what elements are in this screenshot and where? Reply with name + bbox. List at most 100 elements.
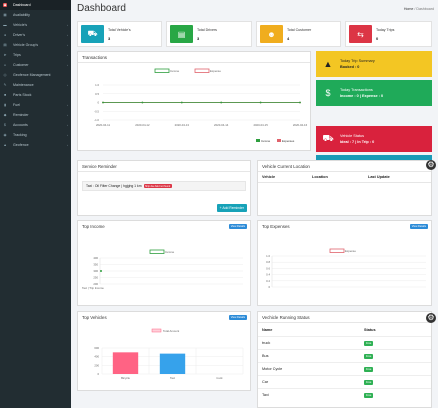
box-icon: ■: [3, 93, 7, 97]
sidebar-item-label: Dashboard: [13, 3, 31, 7]
data-point: [141, 101, 144, 104]
vehicle-name: truck: [262, 341, 271, 345]
sidebar-item-label: Availability: [13, 13, 30, 17]
table-row: Motor Cycle Free: [258, 362, 431, 375]
x-tick-label: 2020-04-12: [135, 123, 150, 127]
stat-value: 4: [287, 35, 290, 41]
sidebar-item-4[interactable]: ▤ Vehicle Group's ‹: [0, 40, 71, 50]
sidebar-item-5[interactable]: ➤ Trips ‹: [0, 50, 71, 60]
y-tick-label: 0: [97, 101, 99, 105]
column-vehicle: Vehicle: [262, 175, 276, 179]
y-tick-label: 0.5: [95, 92, 99, 96]
add-reminder-button[interactable]: + Add Reminder: [216, 204, 247, 212]
breadcrumb-home[interactable]: Home: [404, 7, 414, 11]
car-icon: ⛟: [322, 133, 334, 143]
sidebar-item-13[interactable]: ◉ Tracking ‹: [0, 130, 71, 140]
top-vehicles-view-details-button[interactable]: View Details: [228, 315, 247, 320]
sidebar-item-label: Reminder: [13, 113, 29, 117]
chevron-left-icon: ‹: [67, 103, 68, 107]
vehicle-location-panel: Vehicle Current Location Vehicle Locatio…: [257, 160, 432, 216]
stat-card-1: ▤ Total Drivers 3: [166, 21, 252, 47]
y-tick-label: 1.0: [95, 83, 99, 87]
stat-value: 3: [197, 35, 200, 41]
sidebar-item-6[interactable]: ☺ Customer ‹: [0, 60, 71, 70]
sidebar-item-0[interactable]: ▣ Dashboard: [0, 0, 71, 10]
y-tick-label: 0.6: [266, 266, 270, 270]
status-badge: Free: [364, 393, 374, 398]
top-expenses-view-details-button[interactable]: View Details: [409, 224, 428, 229]
x-tick-label: 2020-04-14: [214, 123, 229, 127]
sidebar-item-10[interactable]: ▮ Fuel ‹: [0, 100, 71, 110]
y-tick-label: 0: [268, 285, 270, 289]
stat-text: Total Drivers 3: [197, 28, 217, 41]
table-row: Taxi Free: [258, 388, 431, 401]
column-status: Status: [364, 327, 376, 332]
sidebar-item-12[interactable]: $ Accounts ‹: [0, 120, 71, 130]
sidebar-item-label: Parts Stock: [13, 93, 32, 97]
table-row: Bus Free: [258, 349, 431, 362]
sidebar: ▣ Dashboard ▦ Availability ▬ Vehicle's ‹ ● Drive…: [0, 0, 71, 408]
vehicle-location-title: Vehicle Current Location: [258, 161, 431, 172]
chevron-left-icon: ‹: [67, 53, 68, 57]
x-tick-label: 2020-04-13: [175, 123, 190, 127]
top-income-panel: Top Income View Details Income 400 350 300 2…: [77, 220, 251, 306]
x-tick-label: Bicycle: [121, 376, 130, 380]
sidebar-item-14[interactable]: ▲ Geofence ‹: [0, 140, 71, 150]
summary-value: Income : 0 | Expense : 0: [340, 94, 384, 98]
top-income-view-details-button[interactable]: View Details: [228, 224, 247, 229]
settings-gear-icon-2[interactable]: ⚙: [426, 313, 436, 323]
sidebar-item-1[interactable]: ▦ Availability: [0, 10, 71, 20]
truck-icon: ⛟: [81, 25, 104, 43]
status-badge: Free: [364, 367, 374, 372]
sidebar-item-label: Customer: [13, 63, 29, 67]
sidebar-item-9[interactable]: ■ Parts Stock: [0, 90, 71, 100]
page-title: Dashboard: [77, 3, 126, 14]
x-axis-label: Taxi | Trip Income: [82, 286, 104, 290]
x-tick-label: truck: [216, 376, 223, 380]
summary-text: Vehicle Status Ideal : 7 | In Trip : 0: [340, 134, 374, 144]
top-vehicles-chart: Total Amount 600 400 200 0 Bicycle Taxi truck: [94, 328, 244, 380]
sidebar-item-11[interactable]: ◆ Reminder ‹: [0, 110, 71, 120]
data-point: [100, 270, 102, 272]
vehicle-name: Taxi: [262, 393, 269, 397]
y-tick-label: 600: [94, 346, 99, 350]
reminder-item: Taxi : Oil Filter Change | hgjghg 1 km S…: [82, 181, 246, 191]
breadcrumb-current: Dashboard: [416, 7, 434, 11]
y-tick-label: 0.4: [266, 273, 270, 277]
settings-gear-icon[interactable]: ⚙: [426, 160, 436, 170]
legend-income-label: Income: [170, 69, 180, 73]
route-icon: ➤: [3, 53, 7, 57]
legend-income-bottom-swatch: [256, 139, 260, 142]
stat-card-3: ⇆ Today Trips 0: [345, 21, 432, 47]
vehicle-name: Motor Cycle: [262, 367, 283, 371]
vehicle-location-table: Vehicle Location Last Update: [258, 172, 431, 183]
chevron-left-icon: ‹: [67, 143, 68, 147]
y-tick-label: 0: [97, 372, 99, 376]
summary-text: Today Trip Summary Booked : 0: [340, 59, 375, 69]
legend-expense-label: Expense: [210, 69, 221, 73]
vehicle-name: Car: [262, 380, 269, 384]
customer-icon: ☺: [3, 63, 7, 67]
sidebar-item-8[interactable]: ✎ Maintenance ‹: [0, 80, 71, 90]
stat-value: 3: [108, 35, 111, 41]
breadcrumb: Home / Dashboard: [404, 7, 434, 11]
column-location: Location: [312, 175, 328, 179]
sidebar-item-label: Trips: [13, 53, 21, 57]
sidebar-item-2[interactable]: ▬ Vehicle's ‹: [0, 20, 71, 30]
y-tick-label: 0.2: [266, 279, 270, 283]
sidebar-item-label: Accounts: [13, 123, 28, 127]
top-expenses-title: Top Expenses: [262, 224, 290, 229]
stat-label: Total Drivers: [197, 27, 217, 32]
legend-total-amount-swatch: [151, 328, 162, 333]
y-tick-label: 350: [93, 263, 98, 267]
summary-box-2: ⛟ Vehicle Status Ideal : 7 | In Trip : 0: [316, 126, 432, 152]
y-tick-label: 400: [94, 355, 99, 359]
summary-box-1: $ Today Transactions Income : 0 | Expense …: [316, 80, 432, 106]
sidebar-item-3[interactable]: ● Driver's ‹: [0, 30, 71, 40]
sidebar-item-label: Tracking: [13, 133, 27, 137]
data-point: [180, 101, 183, 104]
service-reminder-title: Service Reminder: [78, 161, 250, 172]
sidebar-item-7[interactable]: ◎ Geofence Management: [0, 70, 71, 80]
stat-value: 0: [376, 35, 379, 41]
chevron-left-icon: ‹: [67, 83, 68, 87]
